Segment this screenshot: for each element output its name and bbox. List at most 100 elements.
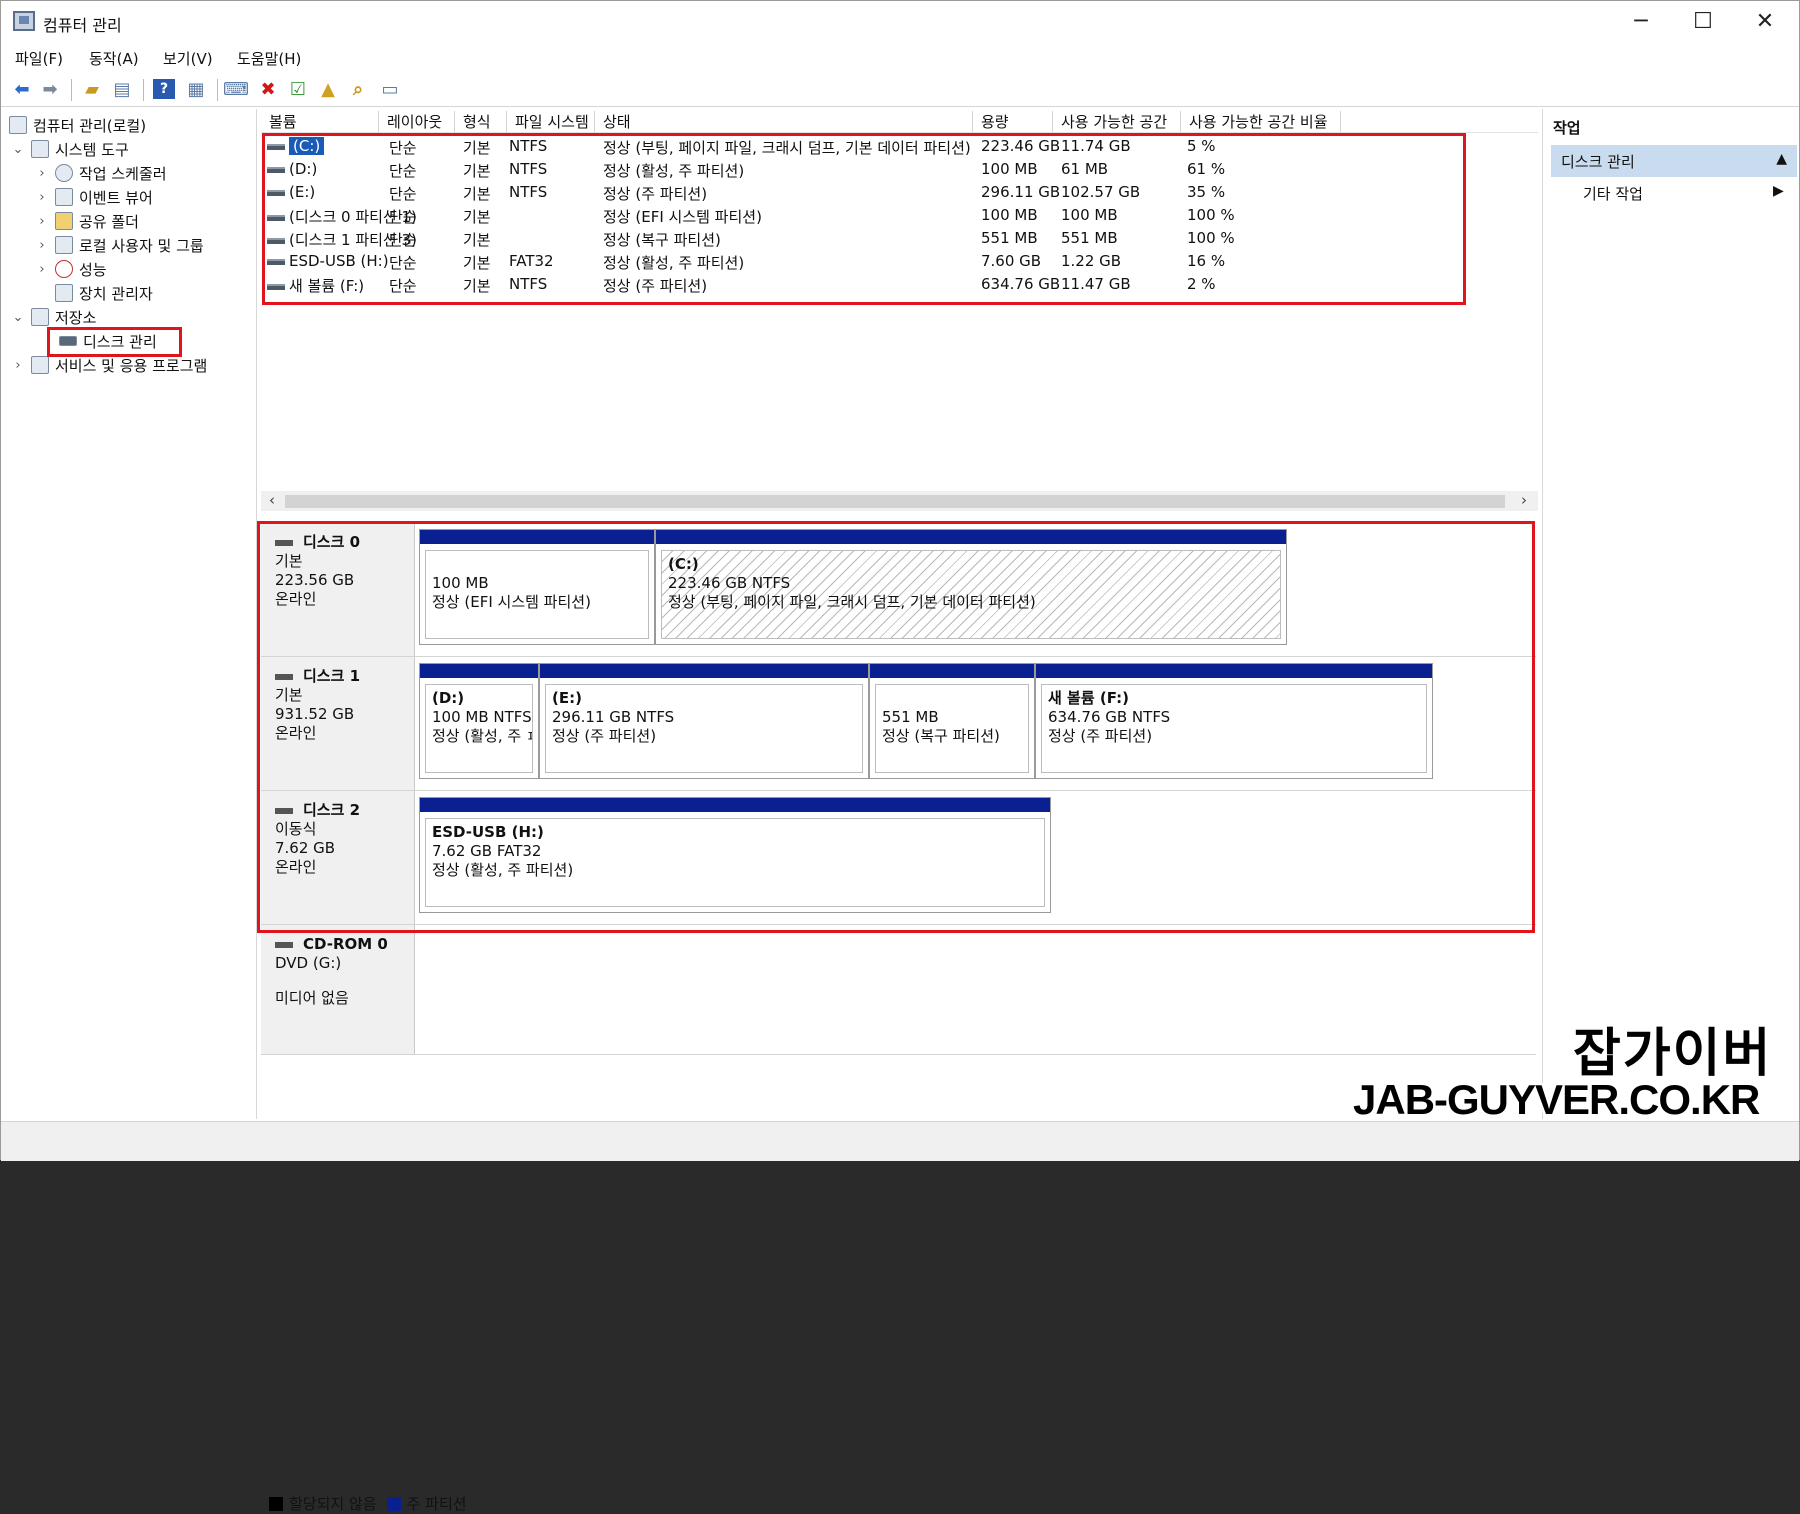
column-header[interactable]: 형식 [455,111,507,133]
tree-label: 성능 [79,260,107,279]
column-header[interactable]: 사용 가능한 공간 [1053,111,1181,133]
disk-info[interactable]: CD-ROM 0 DVD (G:) 미디어 없음 [261,925,415,1054]
tree-item-event-viewer[interactable]: › 이벤트 뷰어 [35,185,153,209]
help-icon[interactable]: ? [153,79,175,99]
disk-name-text: CD-ROM 0 [303,935,388,953]
toolbar-separator [143,79,144,101]
chevron-down-icon[interactable]: ⌄ [11,142,25,157]
column-header[interactable]: 용량 [973,111,1053,133]
chevron-right-icon[interactable]: › [35,262,49,277]
console-tree-icon[interactable]: ▤ [111,79,133,100]
open-folder-icon[interactable]: ▲ [317,79,339,100]
computer-icon [9,116,27,134]
highlight-box-disk-management [47,327,182,357]
forward-icon[interactable]: ➡ [39,79,61,100]
column-header[interactable]: 볼륨 [261,111,379,133]
tree-label: 저장소 [55,308,97,327]
disk-kind: DVD (G:) [275,954,342,972]
window-title: 컴퓨터 관리 [43,16,122,35]
chevron-right-icon[interactable]: › [35,238,49,253]
highlight-box-disks [257,521,1535,933]
menu-view[interactable]: 보기(V) [163,48,213,69]
actions-title: 작업 [1553,119,1581,137]
actions-section-label: 디스크 관리 [1561,153,1635,171]
menu-file[interactable]: 파일(F) [15,48,63,69]
disk-name: CD-ROM 0 [275,935,414,954]
settings-icon[interactable]: ▭ [379,79,401,100]
minimize-button[interactable]: ─ [1611,5,1671,39]
scroll-right-icon[interactable]: › [1521,491,1527,509]
tree-label: 장치 관리자 [79,284,153,303]
legend: 할당되지 않음 주 파티션 [269,1493,467,1514]
tree-label: 작업 스케줄러 [79,164,167,183]
legend-label-primary: 주 파티션 [406,1495,467,1513]
horizontal-scrollbar[interactable]: ‹ › [261,491,1538,511]
storage-icon [31,308,49,326]
tree-item-device-manager[interactable]: 장치 관리자 [55,281,153,305]
tree-item-system-tools[interactable]: ⌄ 시스템 도구 [11,137,129,161]
navigation-tree: 컴퓨터 관리(로컬) ⌄ 시스템 도구 › 작업 스케줄러 › 이벤트 뷰어 ›… [1,109,257,1119]
chevron-right-icon[interactable]: › [35,166,49,181]
tree-item-local-users[interactable]: › 로컬 사용자 및 그룹 [35,233,204,257]
computer-management-icon [13,11,35,31]
close-button[interactable]: ✕ [1735,5,1795,39]
actions-pane: 작업 디스크 관리 ▲ 기타 작업 ▶ [1542,109,1799,1119]
tree-item-task-scheduler[interactable]: › 작업 스케줄러 [35,161,167,185]
tree-item-root[interactable]: 컴퓨터 관리(로컬) [9,113,146,137]
chevron-right-icon[interactable]: › [11,358,25,373]
title-bar: 컴퓨터 관리 ─ ☐ ✕ [1,1,1799,43]
menu-bar: 파일(F) 동작(A) 보기(V) 도움말(H) [1,43,1799,71]
menu-help[interactable]: 도움말(H) [237,48,301,69]
tree-label: 시스템 도구 [55,140,129,159]
tree-label: 공유 폴더 [79,212,139,231]
tree-item-shared-folders[interactable]: › 공유 폴더 [35,209,139,233]
column-header[interactable]: 레이아웃 [379,111,455,133]
column-header[interactable]: 상태 [595,111,973,133]
watermark-url: JAB-GUYVER.CO.KR [1353,1076,1760,1123]
disk-state: 미디어 없음 [275,989,349,1007]
back-icon[interactable]: ⬅ [11,79,33,100]
toolbar-separator [71,79,72,101]
chevron-right-icon[interactable]: › [35,214,49,229]
search-folder-icon[interactable]: ⌕ [347,79,369,100]
up-folder-icon[interactable]: ▰ [81,79,103,100]
toolbar-separator [217,79,218,101]
maximize-button[interactable]: ☐ [1673,5,1733,39]
device-manager-icon [55,284,73,302]
more-actions-item[interactable]: 기타 작업 [1583,183,1643,204]
tools-icon [31,140,49,158]
submenu-arrow-icon[interactable]: ▶ [1773,183,1784,199]
toolbar: ⬅ ➡ ▰ ▤ ? ▦ ⌨ ✖ ☑ ▲ ⌕ ▭ [1,71,1799,107]
properties-icon[interactable]: ▦ [185,79,207,100]
collapse-up-icon[interactable]: ▲ [1776,151,1787,167]
tree-label: 로컬 사용자 및 그룹 [79,236,204,255]
menu-action[interactable]: 동작(A) [89,48,139,69]
shared-folder-icon [55,212,73,230]
chevron-down-icon[interactable]: ⌄ [11,310,25,325]
users-icon [55,236,73,254]
column-header[interactable]: 사용 가능한 공간 비율 [1181,111,1341,133]
tree-label: 컴퓨터 관리(로컬) [33,116,147,135]
cdrom-icon [275,941,293,948]
check-icon[interactable]: ☑ [287,79,309,100]
delete-icon[interactable]: ✖ [257,79,279,100]
scroll-left-icon[interactable]: ‹ [269,491,275,509]
performance-icon [55,260,73,278]
volume-list-header: 볼륨 레이아웃 형식 파일 시스템 상태 용량 사용 가능한 공간 사용 가능한 공간 비율 [261,109,1538,133]
legend-label-unallocated: 할당되지 않음 [289,1495,377,1513]
main-pane: 볼륨 레이아웃 형식 파일 시스템 상태 용량 사용 가능한 공간 사용 가능한 공간 비율 … [257,109,1538,1513]
services-icon [31,356,49,374]
scroll-thumb[interactable] [285,495,1505,508]
tree-item-performance[interactable]: › 성능 [35,257,107,281]
chevron-right-icon[interactable]: › [35,190,49,205]
watermark-korean: 잡가이버 [1573,1024,1773,1084]
column-header[interactable]: 파일 시스템 [507,111,595,133]
disk-map: 디스크 0 기본 223.56 GB 온라인 100 MB 정상 (EFI 시스템 파티션… [257,519,1538,1513]
tree-item-storage[interactable]: ⌄ 저장소 [11,305,96,329]
status-bar [1,1121,1799,1161]
event-log-icon [55,188,73,206]
tree-label: 이벤트 뷰어 [79,188,153,207]
connect-icon[interactable]: ⌨ [223,79,249,100]
legend-swatch-unallocated [269,1496,283,1511]
actions-section-disk-management[interactable]: 디스크 관리 ▲ [1551,145,1797,177]
